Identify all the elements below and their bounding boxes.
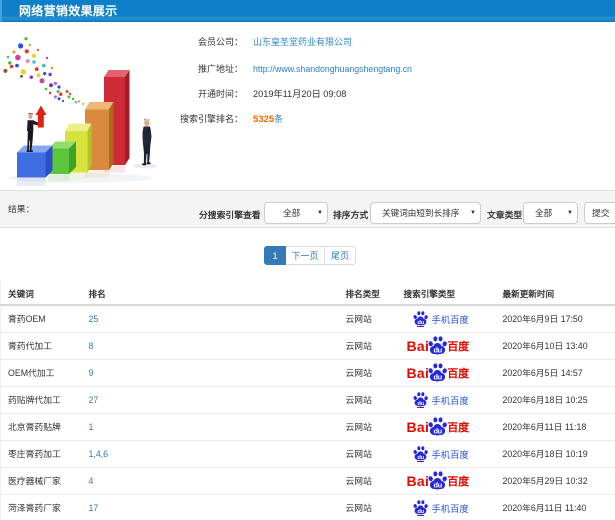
svg-text:du: du [434, 480, 443, 489]
svg-text:du: du [434, 372, 443, 381]
svg-text:du: du [417, 508, 424, 514]
svg-text:du: du [434, 426, 443, 435]
svg-text:du: du [417, 320, 424, 326]
svg-text:du: du [434, 345, 443, 354]
svg-text:du: du [417, 400, 424, 406]
svg-text:du: du [417, 454, 424, 460]
